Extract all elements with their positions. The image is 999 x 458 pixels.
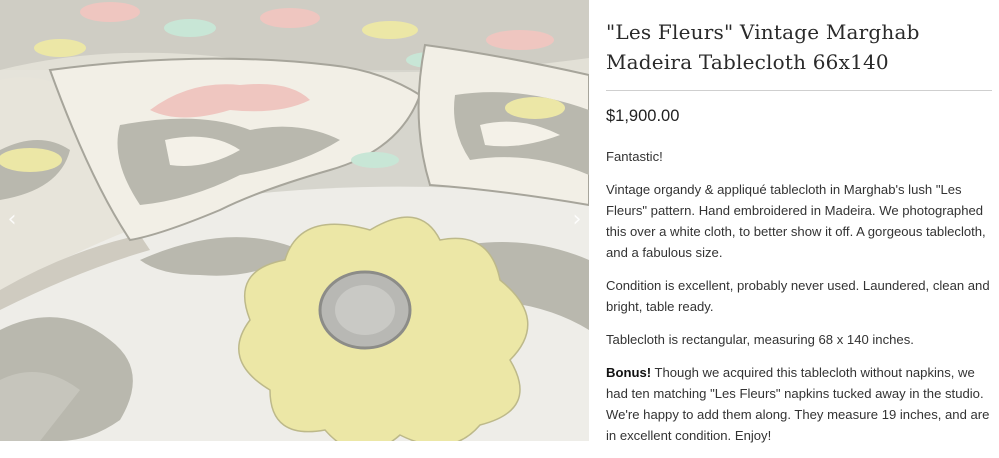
product-title: "Les Fleurs" Vintage Marghab Madeira Tab…	[606, 20, 920, 74]
bonus-label: Bonus!	[606, 365, 652, 380]
description-paragraph: Condition is excellent, probably never u…	[606, 278, 990, 314]
description-paragraph: Tablecloth is rectangular, measuring 68 …	[606, 332, 914, 347]
product-info: "Les Fleurs" Vintage Marghab Madeira Tab…	[606, 0, 994, 77]
description-paragraph: Fantastic!	[606, 149, 663, 164]
description-paragraph: Vintage organdy & appliqué tablecloth in…	[606, 182, 986, 260]
title-divider	[606, 90, 992, 91]
product-price: $1,900.00	[606, 107, 680, 125]
bonus-paragraph: Bonus! Though we acquired this tableclot…	[606, 362, 994, 446]
tablecloth-photo	[0, 0, 589, 441]
previous-image-icon[interactable]: ‹	[2, 205, 22, 233]
bonus-text: Though we acquired this tablecloth witho…	[606, 365, 990, 443]
next-image-icon[interactable]: ›	[567, 205, 587, 233]
product-image-gallery[interactable]: ‹ ›	[0, 0, 589, 441]
product-description: Fantastic! Vintage organdy & appliqué ta…	[606, 146, 994, 458]
